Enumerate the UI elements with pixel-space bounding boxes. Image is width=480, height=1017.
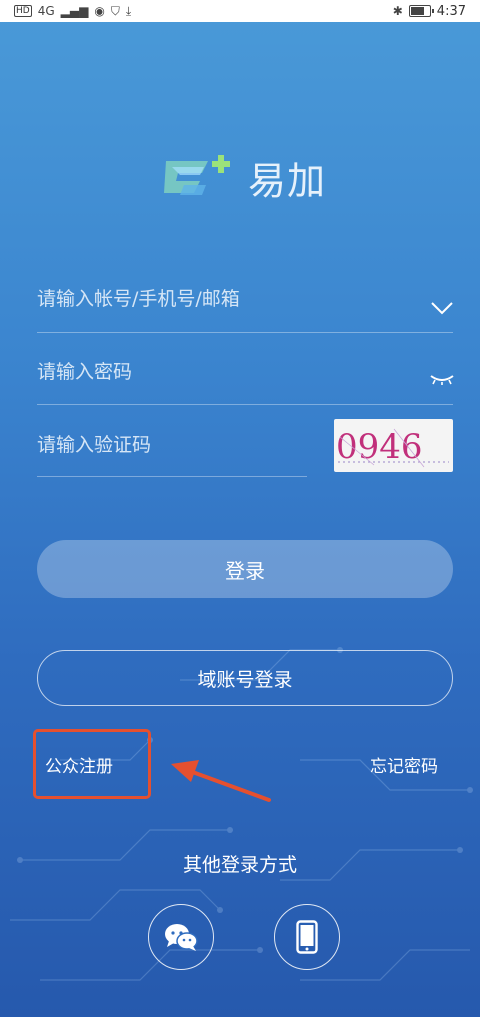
password-input[interactable]: 请输入密码 xyxy=(37,357,132,384)
download-icon: ⤓ xyxy=(125,3,132,18)
phone-login-button[interactable] xyxy=(274,904,340,970)
status-bar: HD 4G ▂▄▆ ◉ ⛉ ⤓ ✱ 4:37 xyxy=(0,0,480,22)
status-right: ✱ 4:37 xyxy=(393,4,466,19)
other-login-title: 其他登录方式 xyxy=(182,854,297,876)
hd-badge: HD xyxy=(14,5,32,17)
clock: 4:37 xyxy=(436,3,466,19)
signal-icon: ▂▄▆ xyxy=(60,4,89,18)
bluetooth-icon: ✱ xyxy=(392,4,403,18)
chevron-down-icon[interactable] xyxy=(430,300,454,316)
network-label: 4G xyxy=(37,4,55,18)
login-button[interactable]: 登录 xyxy=(37,540,453,598)
captcha-underline xyxy=(37,476,307,477)
annotation-arrow-icon xyxy=(171,760,271,802)
app-logo: 易加 xyxy=(160,150,326,205)
account-underline xyxy=(37,332,453,333)
status-left: HD 4G ▂▄▆ ◉ ⛉ ⤓ xyxy=(14,4,131,19)
app-notification-icon: ◉ xyxy=(94,4,105,18)
domain-login-button[interactable]: 域账号登录 xyxy=(37,650,453,706)
captcha-graphic: 0946 xyxy=(336,427,449,468)
account-input[interactable]: 请输入帐号/手机号/邮箱 xyxy=(37,284,240,311)
captcha-image[interactable]: 0946 xyxy=(334,419,453,472)
shield-icon: ⛉ xyxy=(110,3,120,18)
wechat-icon xyxy=(165,924,198,951)
wechat-login-button[interactable] xyxy=(148,904,214,970)
phone-icon xyxy=(296,920,318,954)
public-register-link[interactable]: 公众注册 xyxy=(45,752,113,777)
captcha-text: 0946 xyxy=(336,427,423,467)
captcha-input[interactable]: 请输入验证码 xyxy=(37,430,151,457)
logo-mark-icon xyxy=(164,154,230,195)
battery-icon xyxy=(408,5,434,17)
password-underline xyxy=(37,404,453,405)
eye-closed-icon[interactable] xyxy=(429,372,455,386)
app-name: 易加 xyxy=(248,159,327,203)
forgot-password-link[interactable]: 忘记密码 xyxy=(370,752,438,777)
